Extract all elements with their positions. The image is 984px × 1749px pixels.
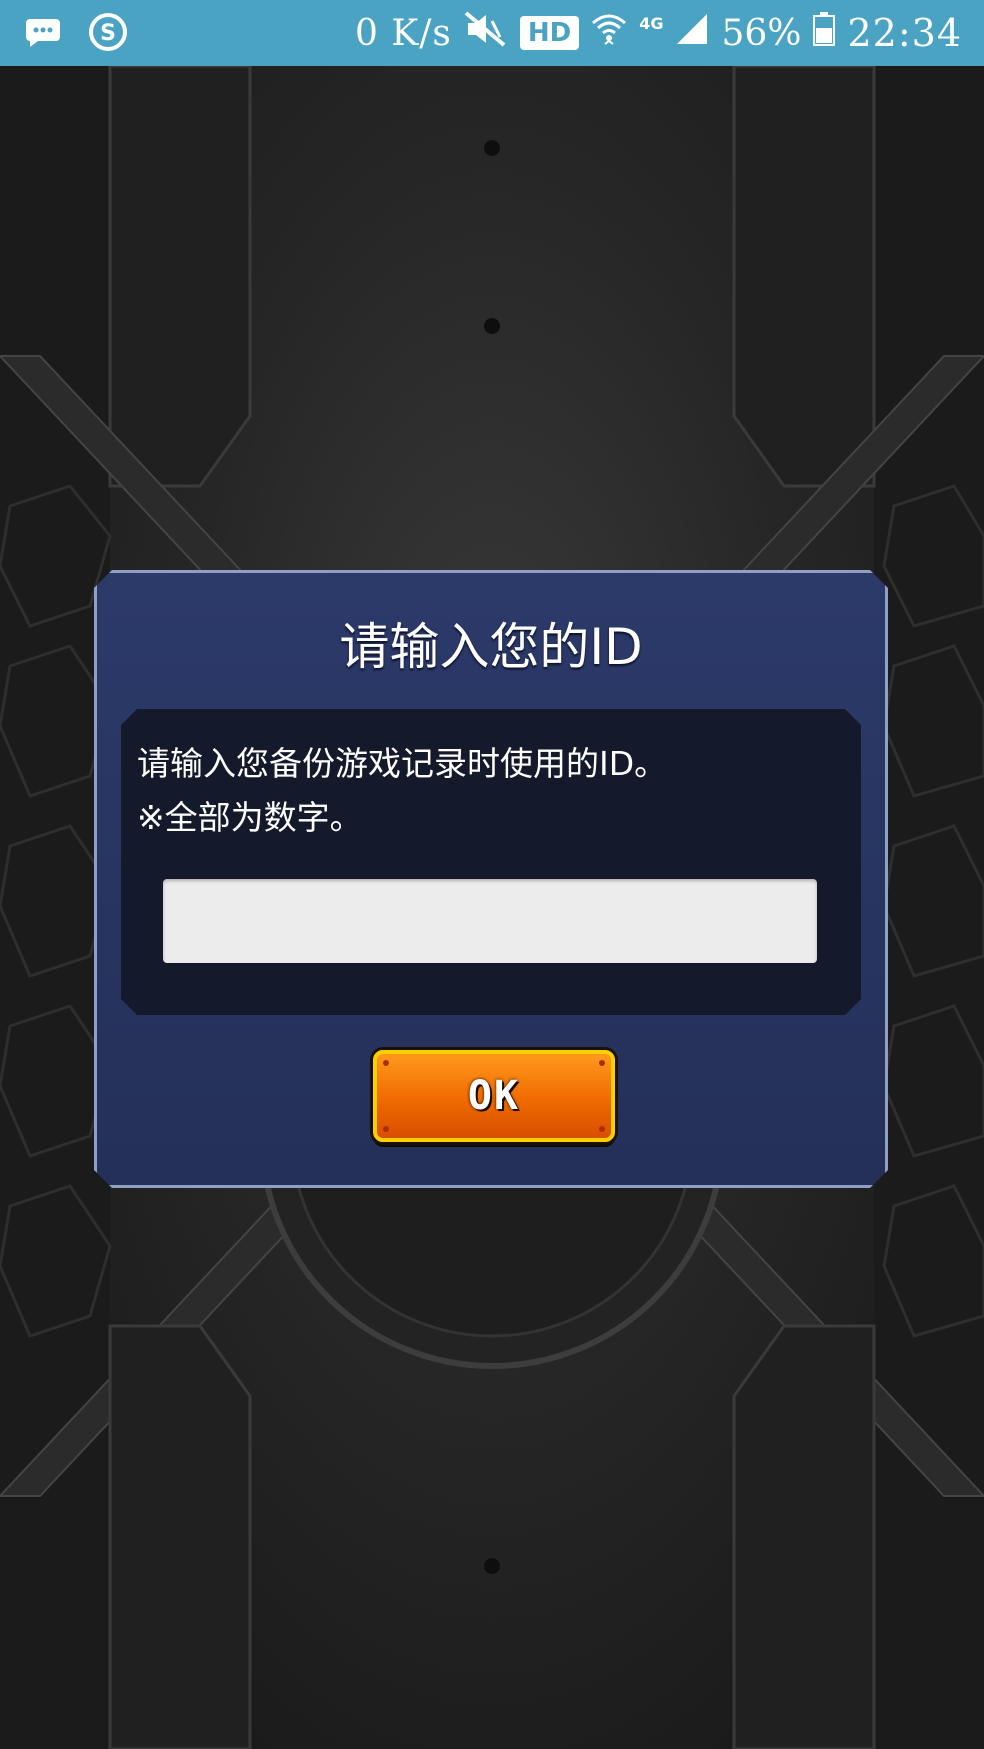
button-rivet [383, 1126, 389, 1132]
dialog-title: 请输入您的ID [339, 618, 643, 676]
button-rivet [599, 1060, 605, 1066]
battery-icon [813, 11, 836, 55]
message-icon [24, 13, 62, 55]
dialog-message-line-1: 请输入您备份游戏记录时使用的ID。 [137, 744, 668, 783]
sogou-icon: S [88, 12, 128, 56]
clock: 22:34 [847, 11, 962, 55]
signal-icon [675, 12, 709, 55]
network-type: 4G [639, 13, 664, 33]
status-bar-left: S [24, 12, 128, 56]
hd-badge: HD [519, 16, 580, 50]
status-bar-right: 0 K/s HD 4G 56% 22:34 [355, 0, 962, 66]
dialog-message-line-2: ※全部为数字。 [137, 798, 363, 837]
status-bar: S 0 K/s HD 4G 56% 22:34 [0, 0, 984, 66]
wifi-icon [591, 11, 627, 56]
ok-button[interactable]: OK [373, 1050, 615, 1142]
battery-percent: 56% [721, 12, 802, 54]
button-rivet [383, 1060, 389, 1066]
mute-icon [464, 10, 508, 56]
svg-text:S: S [100, 21, 116, 46]
ok-button-label: OK [467, 1073, 521, 1119]
id-input[interactable] [163, 879, 817, 963]
net-speed: 0 K/s [355, 12, 452, 54]
id-input-dialog: 请输入您的ID 请输入您备份游戏记录时使用的ID。 ※全部为数字。 OK [94, 570, 888, 1188]
dialog-content-panel: 请输入您备份游戏记录时使用的ID。 ※全部为数字。 [121, 709, 861, 1015]
button-rivet [599, 1126, 605, 1132]
screen: S 0 K/s HD 4G 56% 22:34 请输入您的ID 请输入您备份游戏… [0, 0, 984, 1749]
